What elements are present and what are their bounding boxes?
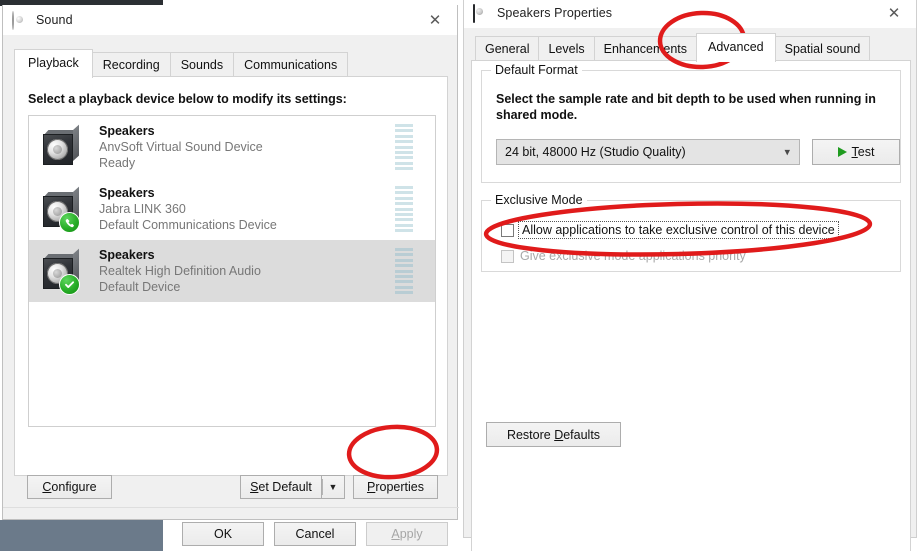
tab-enhancements-label: Enhancements xyxy=(603,42,688,56)
sound-dialog-titlebar: Sound ✕ xyxy=(3,5,457,35)
restore-defaults-button[interactable]: Restore Defaults xyxy=(486,422,621,447)
speaker-icon xyxy=(37,121,89,173)
sound-dialog-title: Sound xyxy=(36,13,73,27)
exclusive-control-checkbox[interactable]: Allow applications to take exclusive con… xyxy=(501,221,839,239)
properties-dialog-body: General Levels Enhancements Advanced Spa… xyxy=(464,28,916,551)
chevron-down-icon[interactable]: ▼ xyxy=(321,475,345,499)
speakers-device-icon xyxy=(473,4,489,23)
sound-speaker-icon xyxy=(12,11,28,30)
desktop-background-left xyxy=(0,520,163,551)
properties-button-label: Properties xyxy=(367,480,424,494)
chevron-down-icon[interactable]: ▾ xyxy=(784,146,790,159)
table-row[interactable]: Speakers AnvSoft Virtual Sound Device Re… xyxy=(29,116,435,178)
tab-recording-label: Recording xyxy=(102,58,160,72)
apply-button: Apply xyxy=(366,522,448,546)
exclusive-mode-group: Exclusive Mode Allow applications to tak… xyxy=(481,193,901,272)
sample-rate-value: 24 bit, 48000 Hz (Studio Quality) xyxy=(505,145,686,159)
sample-rate-select[interactable]: 24 bit, 48000 Hz (Studio Quality) ▾ xyxy=(496,139,800,165)
screenshot-root: Sound ✕ Playback Recording Sounds Commun… xyxy=(0,0,917,551)
default-format-group: Default Format Select the sample rate an… xyxy=(481,63,901,183)
properties-dialog-title: Speakers Properties xyxy=(497,6,613,20)
playback-hint: Select a playback device below to modify… xyxy=(28,92,347,106)
play-triangle-icon xyxy=(837,147,847,157)
default-communications-phone-icon xyxy=(59,212,80,233)
exclusive-priority-checkbox-label: Give exclusive mode applications priorit… xyxy=(520,249,746,263)
speaker-icon xyxy=(37,245,89,297)
tab-spatial-sound[interactable]: Spatial sound xyxy=(774,36,871,62)
device-status: Ready xyxy=(99,156,136,170)
device-status: Default Device xyxy=(99,280,181,294)
exclusive-mode-group-title: Exclusive Mode xyxy=(491,193,587,207)
device-description: Jabra LINK 360 xyxy=(99,202,186,216)
speaker-icon xyxy=(37,183,89,235)
cancel-button[interactable]: Cancel xyxy=(274,522,356,546)
configure-button-label: Configure xyxy=(42,480,97,494)
ok-button-label: OK xyxy=(213,527,233,541)
ok-button[interactable]: OK xyxy=(182,522,264,546)
close-icon[interactable]: ✕ xyxy=(413,5,457,35)
exclusive-control-checkbox-label: Allow applications to take exclusive con… xyxy=(518,221,839,239)
tab-advanced[interactable]: Advanced xyxy=(696,33,776,62)
sound-dialog-body: Playback Recording Sounds Communications… xyxy=(3,35,459,546)
restore-defaults-button-label: Restore Defaults xyxy=(506,427,601,442)
device-info: Speakers AnvSoft Virtual Sound Device Re… xyxy=(99,123,263,171)
footer-divider xyxy=(3,507,459,508)
device-description: AnvSoft Virtual Sound Device xyxy=(99,140,263,154)
apply-button-label: Apply xyxy=(391,527,423,541)
cancel-button-label: Cancel xyxy=(295,527,335,541)
playback-device-list[interactable]: Speakers AnvSoft Virtual Sound Device Re… xyxy=(28,115,436,427)
tab-sounds[interactable]: Sounds xyxy=(169,52,235,78)
default-device-check-icon xyxy=(59,274,80,295)
table-row[interactable]: Speakers Realtek High Definition Audio D… xyxy=(29,240,435,302)
tab-advanced-label: Advanced xyxy=(708,40,764,54)
tab-communications[interactable]: Communications xyxy=(233,52,349,78)
tab-spatial-sound-label: Spatial sound xyxy=(784,42,861,56)
tab-sounds-label: Sounds xyxy=(180,58,224,72)
close-icon[interactable]: ✕ xyxy=(872,0,916,28)
test-button-label: Test xyxy=(851,145,875,159)
volume-meter-icon xyxy=(395,248,413,294)
tab-enhancements[interactable]: Enhancements xyxy=(593,36,698,62)
device-name: Speakers xyxy=(99,186,155,200)
tab-general-label: General xyxy=(485,42,530,56)
volume-meter-icon xyxy=(395,124,413,170)
tab-levels[interactable]: Levels xyxy=(538,36,595,62)
tab-levels-label: Levels xyxy=(548,42,585,56)
test-button[interactable]: Test xyxy=(812,139,900,165)
default-format-description: Select the sample rate and bit depth to … xyxy=(496,92,876,123)
properties-button[interactable]: Properties xyxy=(353,475,438,499)
table-row[interactable]: Speakers Jabra LINK 360 Default Communic… xyxy=(29,178,435,240)
tab-communications-label: Communications xyxy=(244,58,338,72)
speakers-properties-dialog: Speakers Properties ✕ General Levels Enh… xyxy=(463,0,917,551)
device-status: Default Communications Device xyxy=(99,218,277,232)
properties-dialog-titlebar: Speakers Properties ✕ xyxy=(464,0,916,28)
device-info: Speakers Jabra LINK 360 Default Communic… xyxy=(99,185,277,233)
checkbox-icon[interactable] xyxy=(501,223,514,237)
tab-playback-label: Playback xyxy=(28,56,79,70)
tab-recording[interactable]: Recording xyxy=(91,52,171,78)
set-default-button[interactable]: Set Default ▼ xyxy=(240,475,345,499)
set-default-button-label: Set Default xyxy=(240,475,321,499)
device-name: Speakers xyxy=(99,248,155,262)
default-format-group-title: Default Format xyxy=(491,63,582,77)
exclusive-priority-checkbox: Give exclusive mode applications priorit… xyxy=(501,249,746,263)
configure-button[interactable]: Configure xyxy=(27,475,112,499)
properties-tabs: General Levels Enhancements Advanced Spa… xyxy=(475,33,871,62)
checkbox-icon xyxy=(501,249,514,263)
tab-playback[interactable]: Playback xyxy=(14,49,93,78)
tab-general[interactable]: General xyxy=(475,36,540,62)
device-info: Speakers Realtek High Definition Audio D… xyxy=(99,247,261,295)
playback-tab-panel: Select a playback device below to modify… xyxy=(14,76,448,476)
device-description: Realtek High Definition Audio xyxy=(99,264,261,278)
sound-dialog: Sound ✕ Playback Recording Sounds Commun… xyxy=(2,5,459,546)
device-name: Speakers xyxy=(99,124,155,138)
sound-tabs: Playback Recording Sounds Communications xyxy=(14,49,349,78)
volume-meter-icon xyxy=(395,186,413,232)
